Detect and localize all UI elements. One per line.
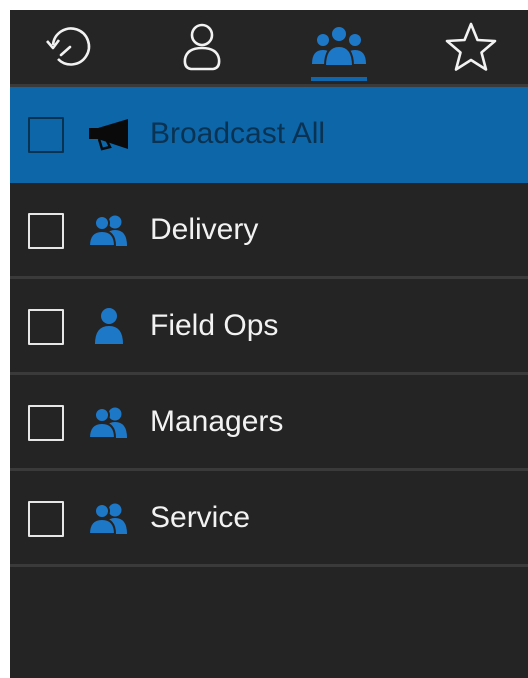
list-item-delivery[interactable]: Delivery <box>10 183 528 279</box>
list-item-label: Delivery <box>150 213 259 246</box>
row-checkbox[interactable] <box>28 309 64 345</box>
group-icon <box>86 402 132 442</box>
list-item-service[interactable]: Service <box>10 471 528 567</box>
row-checkbox[interactable] <box>28 405 64 441</box>
list-item-label: Service <box>150 501 251 534</box>
tab-history[interactable] <box>19 10 119 84</box>
list-item-field-ops[interactable]: Field Ops <box>10 279 528 375</box>
tab-contacts[interactable] <box>152 10 252 84</box>
megaphone-icon <box>86 114 132 154</box>
group-icon <box>86 498 132 538</box>
history-icon <box>46 27 91 66</box>
row-checkbox[interactable] <box>28 501 64 537</box>
list-item-label: Field Ops <box>150 309 279 342</box>
favorites-star-icon <box>445 22 497 71</box>
list-item-label: Managers <box>150 405 284 438</box>
list-item-broadcast-all[interactable]: Broadcast All <box>10 87 528 183</box>
list-item-label: Broadcast All <box>150 117 326 150</box>
tab-groups[interactable] <box>289 10 389 84</box>
tab-bar <box>10 10 528 84</box>
group-icon <box>86 210 132 250</box>
person-icon <box>86 306 132 346</box>
tab-favorites[interactable] <box>421 10 521 84</box>
row-checkbox[interactable] <box>28 117 64 153</box>
groups-icon <box>312 25 366 67</box>
group-list: Broadcast All Delivery Field Ops Manager… <box>10 87 528 567</box>
list-empty-area <box>10 569 528 678</box>
active-tab-indicator <box>311 77 367 81</box>
list-item-managers[interactable]: Managers <box>10 375 528 471</box>
app-window: Broadcast All Delivery Field Ops Manager… <box>10 10 528 678</box>
row-checkbox[interactable] <box>28 213 64 249</box>
contact-icon <box>183 23 221 71</box>
